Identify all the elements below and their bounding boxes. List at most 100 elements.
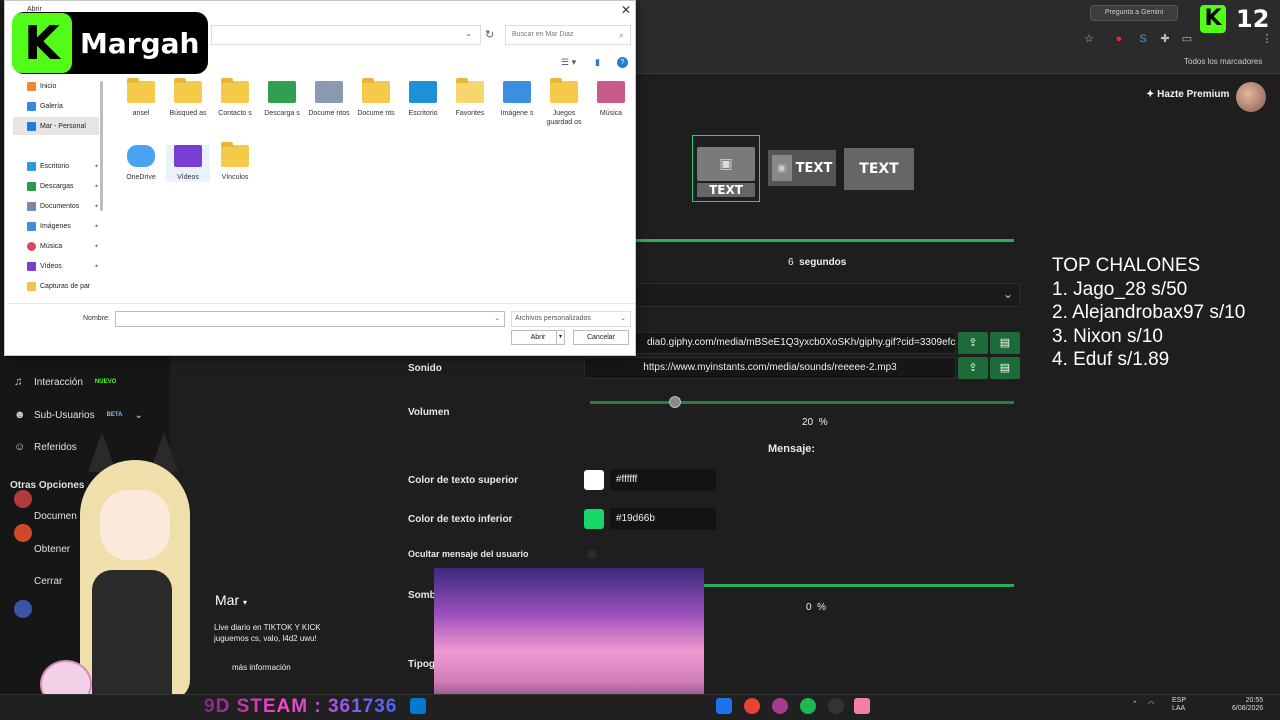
preview-pane-icon[interactable]: ▮ [595, 57, 600, 68]
bottom-color-label: Color de texto inferior [408, 514, 513, 525]
chrome-icon[interactable] [744, 698, 760, 714]
nav-item-downloads[interactable]: Descargas ✦ [27, 182, 101, 191]
shadow-slider-track[interactable] [700, 584, 1014, 587]
file-label: Contacto s [218, 110, 252, 117]
app-icon[interactable] [772, 698, 788, 714]
all-bookmarks-link[interactable]: Todos los marcadores [1184, 57, 1262, 66]
file-item[interactable]: Vínculos [213, 142, 257, 182]
close-icon[interactable]: ✕ [621, 3, 631, 17]
bookmark-star-icon[interactable]: ☆ [1082, 32, 1096, 46]
duration-slider-track[interactable] [634, 239, 1014, 242]
opera-icon[interactable]: ● [1112, 32, 1126, 46]
ask-gemini-button[interactable]: Pregunta a Gemini [1090, 5, 1178, 21]
browser-icon[interactable] [716, 698, 732, 714]
upload-sound-button[interactable]: ⇪ [958, 357, 988, 379]
bottom-color-input[interactable]: #19d66b [610, 508, 716, 530]
windows-start-icon[interactable] [410, 698, 426, 714]
extension-s-icon[interactable]: S [1136, 32, 1150, 46]
top-color-input[interactable]: #ffffff [610, 469, 716, 491]
top-color-label: Color de texto superior [408, 475, 519, 486]
file-item[interactable]: Contacto s [213, 78, 257, 118]
more-info-link[interactable]: más información [232, 663, 291, 672]
upload-gif-button[interactable]: ⇪ [958, 332, 988, 354]
nav-item-videos[interactable]: Vídeos ✦ [27, 262, 101, 271]
nav-item-desktop[interactable]: Escritorio ✦ [27, 162, 101, 171]
file-label: Docume nts [357, 110, 395, 117]
file-item[interactable]: OneDrive [119, 145, 163, 182]
file-item[interactable]: Juegos guardad os [542, 78, 586, 127]
gallery-gif-button[interactable]: ▤ [990, 332, 1020, 354]
file-item[interactable]: Descarga s [260, 81, 304, 118]
language-indicator[interactable]: ESP LAA [1172, 697, 1186, 713]
alert-style-image-beside-text[interactable]: ▣ TEXT [768, 150, 836, 186]
nav-item-gallery[interactable]: Galería [27, 102, 101, 111]
refresh-icon[interactable]: ↻ [485, 28, 494, 41]
file-item[interactable]: Favorites [448, 78, 492, 118]
nav-item-music[interactable]: Música ✦ [27, 242, 101, 251]
lang-line-1: ESP [1172, 697, 1187, 704]
address-bar[interactable]: ⌄ [211, 25, 481, 45]
file-item[interactable]: ansel [119, 78, 163, 118]
sound-url-input[interactable]: https://www.myinstants.com/media/sounds/… [584, 357, 956, 379]
pictures-folder-icon [503, 81, 531, 103]
desktop-icon [27, 162, 36, 171]
premium-link[interactable]: ✦ Hazte Premium [1146, 89, 1229, 100]
file-item[interactable]: Música [589, 81, 633, 118]
file-item[interactable]: Docume nts [354, 78, 398, 118]
nav-scrollbar[interactable] [100, 81, 103, 211]
file-item[interactable]: Vídeos [166, 145, 210, 182]
menu-item-interaction[interactable]: ♫ Interacción NUEVO [14, 376, 116, 388]
wifi-icon[interactable]: ◠ [1148, 700, 1154, 708]
shadow-readout: 0 % [806, 602, 826, 613]
alert-style-text-over-image[interactable]: TEXT [844, 148, 914, 190]
image-icon: ▣ [771, 155, 792, 181]
sound-label: Sonido [408, 363, 442, 374]
file-item[interactable]: Imágene s [495, 81, 539, 118]
nav-item-label: Inicio [40, 83, 57, 90]
file-item[interactable]: Búsqued as [166, 78, 210, 118]
extensions-puzzle-icon[interactable]: ✚ [1158, 32, 1172, 46]
nav-item-home[interactable]: Inicio [27, 82, 101, 91]
cancel-button[interactable]: Cancelar [573, 330, 629, 345]
gif-url-input[interactable]: dia0.giphy.com/media/mBSeE1Q3yxcb0XoSKh/… [634, 332, 956, 354]
clock[interactable]: 20:55 6/08/2026 [1232, 697, 1263, 713]
user-avatar[interactable] [1236, 82, 1266, 112]
bottom-color-swatch[interactable] [584, 509, 604, 529]
vtuber-app-icon[interactable] [854, 698, 870, 714]
search-input[interactable]: Buscar en Mar Diaz ⌕ [505, 25, 631, 45]
nav-item-documents[interactable]: Documentos ✦ [27, 202, 101, 211]
alert-style-image-over-text[interactable]: ▣ TEXT [692, 135, 760, 202]
view-options-icon[interactable]: ☰ ▾ [561, 57, 576, 68]
filename-label: Nombre: [83, 315, 110, 322]
file-label: Escritorio [408, 110, 438, 117]
file-item[interactable]: Docume ntos [307, 81, 351, 118]
hide-user-message-toggle[interactable] [587, 549, 597, 559]
onedrive-icon [127, 145, 155, 167]
downloads-folder-icon [268, 81, 296, 103]
sidebar-icon[interactable]: ▭ [1180, 32, 1194, 46]
file-item[interactable]: Escritorio [401, 81, 445, 118]
help-icon[interactable]: ? [617, 57, 628, 68]
nav-item-pictures[interactable]: Imágenes ✦ [27, 222, 101, 231]
animation-select[interactable] [634, 283, 1020, 307]
spotify-icon[interactable] [800, 698, 816, 714]
gallery-sound-button[interactable]: ▤ [990, 357, 1020, 379]
kick-logo-icon: K [12, 13, 72, 73]
obs-icon[interactable] [828, 698, 844, 714]
top-color-swatch[interactable] [584, 470, 604, 490]
chevron-up-icon[interactable]: ⌃ [1132, 700, 1138, 708]
volume-slider-handle[interactable] [668, 396, 681, 408]
filename-input[interactable]: ⌄ [115, 311, 505, 327]
file-label: Descarga s [264, 110, 300, 117]
nav-item-screenshots[interactable]: Capturas de par [27, 282, 101, 291]
open-button[interactable]: Abrir ▾ [511, 330, 565, 345]
top-list-entry: 4. Eduf s/1.89 [1052, 349, 1170, 370]
viewer-count: 12 [1236, 5, 1270, 33]
menu-icon[interactable]: ⋮ [1260, 32, 1274, 46]
file-type-value: Archivos personalizados [515, 315, 591, 322]
typography-label: Tipog [408, 659, 436, 670]
file-type-select[interactable]: Archivos personalizados ⌄ [511, 311, 631, 327]
volume-slider-track[interactable] [590, 401, 1014, 404]
premium-label: Hazte Premium [1157, 89, 1230, 100]
nav-item-personal[interactable]: Mar - Personal [27, 122, 101, 131]
